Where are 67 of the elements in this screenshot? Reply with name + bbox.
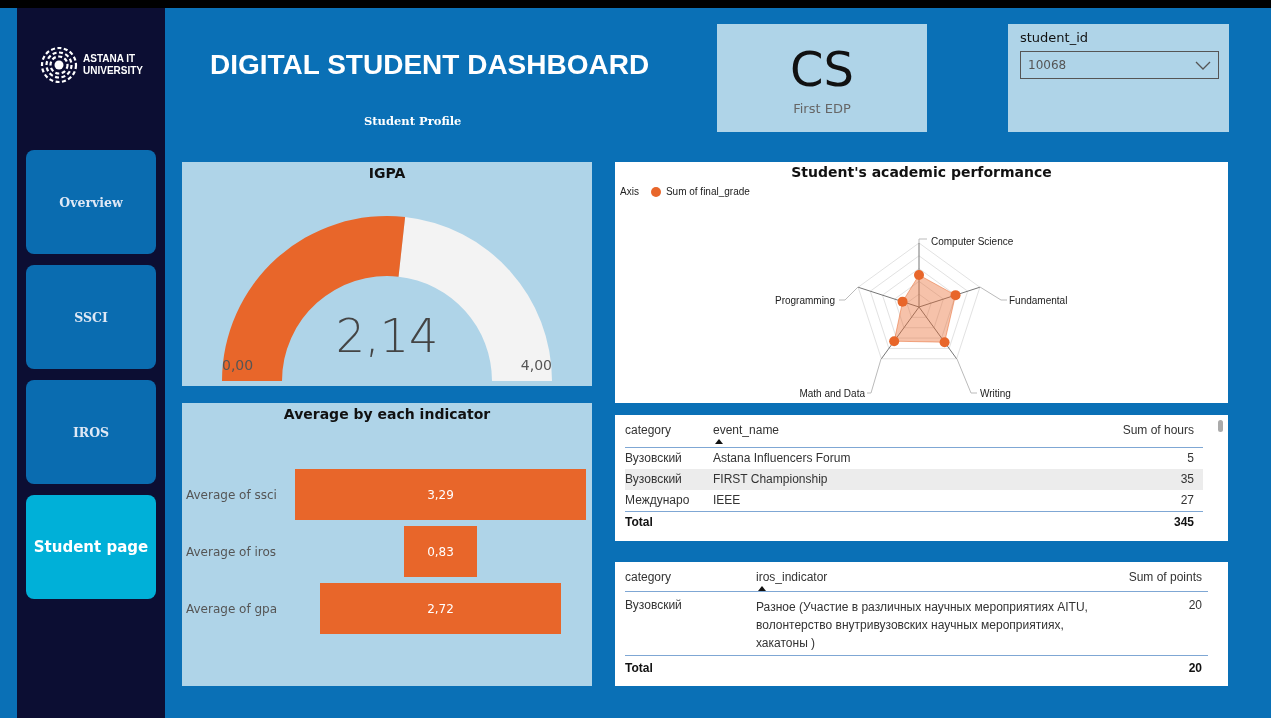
axis-label: Fundamental bbox=[1009, 295, 1068, 306]
slicer-label: student_id bbox=[1020, 30, 1090, 45]
table-row[interactable]: Вузовский FIRST Championship 35 bbox=[625, 469, 1203, 490]
category-label: Average of iros bbox=[185, 544, 278, 559]
chevron-down-icon bbox=[1195, 60, 1211, 70]
column-header[interactable]: category bbox=[625, 570, 756, 584]
column-header[interactable]: event_name bbox=[713, 423, 1084, 437]
scrollbar-thumb[interactable] bbox=[1218, 420, 1223, 432]
sort-arrow-icon bbox=[758, 586, 766, 591]
gauge-title: IGPA bbox=[367, 164, 407, 181]
table-cell-text: 27 bbox=[1179, 493, 1195, 508]
gauge-value: 2,14 bbox=[334, 309, 440, 363]
dashboard-subtitle: Student Profile bbox=[364, 114, 462, 128]
axis-label: Math and Data bbox=[799, 388, 865, 399]
table-cell-text: IEEE bbox=[713, 493, 742, 508]
nav-button[interactable]: SSCI bbox=[26, 265, 156, 369]
sort-arrow-icon bbox=[715, 439, 723, 444]
university-logo-icon bbox=[39, 45, 79, 85]
column-header[interactable]: iros_indicator bbox=[756, 570, 1122, 584]
leader-line bbox=[866, 358, 882, 394]
category-label: Average of gpa bbox=[185, 601, 279, 616]
table-cell-text: Вузовский bbox=[625, 598, 683, 614]
value-label: 2,72 bbox=[427, 601, 454, 616]
table-cell-text: Astana Influencers Forum bbox=[713, 451, 852, 466]
nav-button[interactable]: Overview bbox=[26, 150, 156, 254]
table-cell-text: Вузовский bbox=[625, 472, 683, 487]
legend-dot-icon bbox=[650, 186, 661, 197]
gauge-min: 0,00 bbox=[222, 357, 254, 373]
legend-title: Axis bbox=[620, 186, 639, 197]
total-value: 345 bbox=[1172, 515, 1195, 531]
table-cell-text: 20 bbox=[1187, 598, 1203, 614]
leader-line bbox=[956, 358, 978, 394]
table-row[interactable]: Вузовский Astana Influencers Forum 5 bbox=[625, 448, 1203, 469]
table-cell-text: 5 bbox=[1186, 451, 1195, 466]
chart-title: Average by each indicator bbox=[282, 405, 492, 422]
table-cell-text: 35 bbox=[1179, 472, 1195, 487]
value-label: 3,29 bbox=[427, 487, 454, 502]
axis-label: Writing bbox=[980, 388, 1011, 399]
program-label: First EDP bbox=[793, 100, 851, 116]
column-header[interactable]: Sum of points bbox=[1122, 570, 1208, 584]
total-label: Total bbox=[625, 661, 654, 677]
column-header[interactable]: Sum of hours bbox=[1084, 423, 1203, 437]
total-label: Total bbox=[625, 515, 654, 531]
university-name: ASTANA IT bbox=[83, 53, 137, 65]
university-name: UNIVERSITY bbox=[83, 65, 143, 77]
nav-button[interactable]: IROS bbox=[26, 380, 156, 484]
leader-line bbox=[838, 286, 859, 301]
chart-title: Student's academic performance bbox=[790, 163, 1053, 180]
table-row[interactable]: Междунаро IEEE 27 bbox=[625, 490, 1203, 511]
dashboard-title: DIGITAL STUDENT DASHBOARD bbox=[210, 48, 650, 82]
table-row[interactable]: Вузовский Разное (Участие в различных научных мероприятиях AITU, волонтерство внутривузовских научных мероприятиях, хакатоны ) 20 bbox=[625, 592, 1208, 655]
axis-label: Computer Science bbox=[931, 236, 1014, 247]
axis-label: Programming bbox=[774, 295, 835, 306]
leader-line bbox=[918, 238, 928, 244]
program-code: CS bbox=[790, 40, 854, 97]
gauge-max: 4,00 bbox=[520, 357, 552, 373]
column-header[interactable]: category bbox=[625, 423, 713, 437]
student-id-dropdown[interactable]: 10068 bbox=[1020, 51, 1219, 79]
leader-line bbox=[979, 286, 1008, 301]
table-cell-text: Разное (Участие в различных научных мероприятиях AITU, волонтерство внутривузовских научных мероприятиях, хакатоны ) bbox=[756, 599, 1089, 652]
category-label: Average of ssci bbox=[185, 487, 278, 502]
legend-label: Sum of final_grade bbox=[665, 186, 750, 197]
total-value: 20 bbox=[1187, 661, 1203, 677]
table-cell-text: FIRST Championship bbox=[713, 472, 829, 487]
table-cell-text: Междунаро bbox=[625, 493, 691, 508]
value-label: 0,83 bbox=[427, 544, 454, 559]
table-cell-text: Вузовский bbox=[625, 451, 683, 466]
